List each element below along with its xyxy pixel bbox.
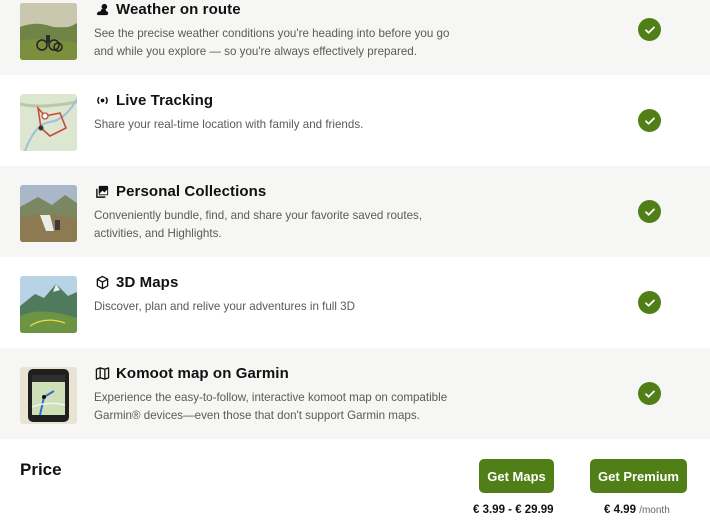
maps-price: € 3.99 - € 29.99	[473, 504, 554, 516]
feature-row-garmin: Komoot map on Garmin Experience the easy…	[0, 348, 710, 439]
3d-maps-thumbnail	[20, 276, 77, 333]
feature-row-3d-maps: 3D Maps Discover, plan and relive your a…	[0, 257, 710, 348]
feature-description: Share your real-time location with famil…	[94, 118, 364, 131]
feature-title: Weather on route	[116, 0, 241, 18]
get-premium-button[interactable]: Get Premium	[590, 459, 687, 493]
check-icon	[638, 291, 661, 314]
feature-title: 3D Maps	[116, 273, 179, 291]
garmin-device-thumbnail	[20, 367, 77, 424]
feature-description: Discover, plan and relive your adventure…	[94, 300, 355, 313]
live-tracking-icon	[94, 92, 110, 108]
feature-title: Komoot map on Garmin	[116, 364, 289, 382]
feature-description: Conveniently bundle, find, and share you…	[94, 209, 423, 240]
check-icon	[638, 18, 661, 41]
price-section: Price Get Maps Get Premium € 3.99 - € 29…	[0, 440, 710, 522]
weather-thumbnail	[20, 3, 77, 60]
premium-price: € 4.99 /month	[604, 504, 670, 516]
check-icon	[638, 109, 661, 132]
feature-title: Personal Collections	[116, 182, 267, 200]
feature-description: See the precise weather conditions you'r…	[94, 27, 450, 58]
price-heading: Price	[20, 460, 62, 479]
feature-description: Experience the easy-to-follow, interacti…	[94, 391, 448, 422]
check-icon	[638, 200, 661, 223]
check-icon	[638, 382, 661, 405]
feature-title: Live Tracking	[116, 91, 214, 109]
feature-row-weather: Weather on route See the precise weather…	[0, 0, 710, 75]
premium-features-page: Weather on route See the precise weather…	[0, 0, 710, 522]
premium-price-amount: € 4.99	[604, 504, 636, 516]
map-icon	[94, 365, 110, 381]
cube-icon	[94, 274, 110, 290]
live-tracking-thumbnail	[20, 94, 77, 151]
collections-icon	[94, 183, 110, 199]
get-maps-button[interactable]: Get Maps	[479, 459, 554, 493]
feature-row-collections: Personal Collections Conveniently bundle…	[0, 166, 710, 257]
weather-icon	[94, 1, 110, 17]
collections-thumbnail	[20, 185, 77, 242]
feature-row-live-tracking: Live Tracking Share your real-time locat…	[0, 75, 710, 166]
feature-list: Weather on route See the precise weather…	[0, 0, 710, 439]
premium-price-period: /month	[639, 505, 670, 516]
